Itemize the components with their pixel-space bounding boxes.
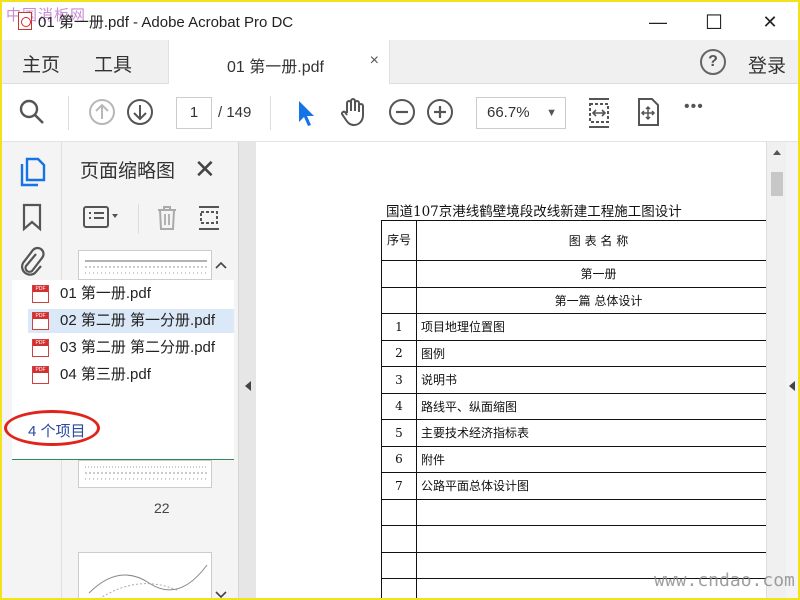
bookmark-icon[interactable]	[20, 202, 44, 232]
table-row: 2 图例	[381, 339, 766, 367]
zoom-in-icon[interactable]	[426, 98, 454, 126]
file-item-selected[interactable]: 02 第二册 第一分册.pdf	[28, 309, 234, 333]
page-thumbnail[interactable]	[78, 250, 212, 280]
title-bar: 中国消板网 01 第一册.pdf - Adobe Acrobat Pro DC …	[2, 2, 798, 40]
table-row: 4 路线平、纵面缩图	[381, 392, 766, 420]
maximize-button[interactable]: ☐	[692, 8, 736, 36]
page-number-input[interactable]: 1	[176, 97, 212, 129]
file-list-popup: 01 第一册.pdf 02 第二册 第一分册.pdf 03 第二册 第二分册.p…	[4, 280, 234, 460]
close-window-button[interactable]: ✕	[748, 8, 792, 36]
table-row: 6 附件	[381, 445, 766, 473]
header-name: 图 表 名 称	[416, 220, 766, 261]
toolbar-separator	[270, 96, 271, 130]
table-row: 第一篇 总体设计	[381, 286, 766, 314]
login-button[interactable]: 登录	[748, 51, 786, 78]
options-menu-icon[interactable]	[82, 204, 122, 230]
toolbar: 1 / 149 66.7% ▼ •••	[2, 84, 798, 142]
contents-table: 序号 图 表 名 称 第一册 第一篇 总体设计 1 项目地理位置图 2 图例 3 说明…	[381, 220, 766, 598]
page-thumbnail[interactable]	[78, 552, 212, 598]
select-cursor-icon[interactable]	[294, 98, 318, 128]
pdf-file-icon	[32, 366, 49, 384]
file-name: 02 第二册 第一分册.pdf	[60, 312, 216, 329]
file-item[interactable]: 04 第三册.pdf	[28, 363, 234, 387]
document-view: 国道107京港线鹤壁境段改线新建工程施工图设计 序号 图 表 名 称 第一册 第…	[256, 142, 766, 598]
table-row: 第一册	[381, 260, 766, 288]
panel-title: 页面缩略图	[80, 161, 176, 182]
volume-label: 第一册	[416, 260, 766, 288]
scroll-up-icon[interactable]	[214, 260, 228, 270]
table-row: 7 公路平面总体设计图	[381, 472, 766, 500]
zoom-value: 66.7%	[487, 104, 530, 121]
table-row: 3 说明书	[381, 366, 766, 394]
page-thumbnails-icon[interactable]	[18, 156, 46, 188]
expand-right-panel-icon[interactable]	[788, 380, 796, 392]
search-icon[interactable]	[18, 98, 46, 126]
highlight-ellipse	[4, 410, 100, 446]
file-name: 04 第三册.pdf	[60, 366, 151, 383]
toolbar-separator	[68, 96, 69, 130]
collapse-left-icon[interactable]	[244, 380, 252, 392]
table-row	[381, 525, 766, 553]
tab-document-label: 01 第一册.pdf	[227, 59, 324, 76]
file-item[interactable]: 01 第一册.pdf	[28, 282, 234, 306]
page-tools-icon[interactable]	[196, 204, 222, 232]
table-row: 1 项目地理位置图	[381, 313, 766, 341]
window-title: 01 第一册.pdf - Adobe Acrobat Pro DC	[38, 14, 294, 31]
scrollbar-thumb[interactable]	[771, 172, 783, 196]
panel-separator	[138, 204, 139, 234]
scroll-up-arrow-icon[interactable]	[772, 148, 782, 156]
minimize-button[interactable]: —	[636, 8, 680, 36]
table-header-row: 序号 图 表 名 称	[381, 220, 766, 261]
total-pages: / 149	[218, 104, 252, 121]
fit-page-icon[interactable]	[586, 96, 612, 130]
full-screen-icon[interactable]	[634, 96, 662, 128]
panel-close-icon[interactable]: ✕	[194, 154, 216, 185]
file-item[interactable]: 03 第二册 第二分册.pdf	[28, 336, 234, 360]
chevron-down-icon: ▼	[546, 107, 557, 119]
next-page-icon[interactable]	[126, 98, 154, 126]
document-title: 国道107京港线鹤壁境段改线新建工程施工图设计	[386, 204, 682, 220]
vertical-scrollbar[interactable]	[766, 142, 786, 598]
more-tools-icon[interactable]: •••	[684, 98, 704, 116]
hand-tool-icon[interactable]	[338, 97, 368, 127]
page-thumbnail-22[interactable]	[78, 460, 212, 488]
table-row	[381, 498, 766, 526]
zoom-out-icon[interactable]	[388, 98, 416, 126]
attachment-icon[interactable]	[18, 246, 46, 278]
file-name: 03 第二册 第二分册.pdf	[60, 339, 216, 356]
table-row: 5 主要技术经济指标表	[381, 419, 766, 447]
zoom-select[interactable]: 66.7% ▼	[476, 97, 566, 129]
menu-bar: 主页 工具 01 第一册.pdf × ? 登录	[2, 40, 798, 84]
panel-splitter[interactable]	[238, 142, 256, 598]
header-no: 序号	[381, 220, 417, 261]
acrobat-app-icon	[18, 12, 32, 30]
scroll-down-icon[interactable]	[214, 590, 228, 600]
chapter-label: 第一篇 总体设计	[416, 286, 766, 314]
app-window: 中国消板网 01 第一册.pdf - Adobe Acrobat Pro DC …	[0, 0, 800, 600]
thumbnail-page-number: 22	[154, 500, 170, 516]
pdf-file-icon	[32, 312, 49, 330]
pdf-file-icon	[32, 285, 49, 303]
menu-home[interactable]: 主页	[22, 50, 60, 77]
help-icon[interactable]: ?	[700, 49, 726, 75]
tab-document[interactable]: 01 第一册.pdf ×	[168, 40, 390, 84]
tab-close-icon[interactable]: ×	[370, 52, 379, 70]
watermark-bottom: www.cndao.com	[654, 570, 795, 591]
file-name: 01 第一册.pdf	[60, 285, 151, 302]
previous-page-icon[interactable]	[88, 98, 116, 126]
pdf-file-icon	[32, 339, 49, 357]
right-panel-toggle[interactable]	[786, 142, 798, 598]
delete-page-icon[interactable]	[154, 204, 180, 232]
menu-tools[interactable]: 工具	[94, 50, 132, 77]
